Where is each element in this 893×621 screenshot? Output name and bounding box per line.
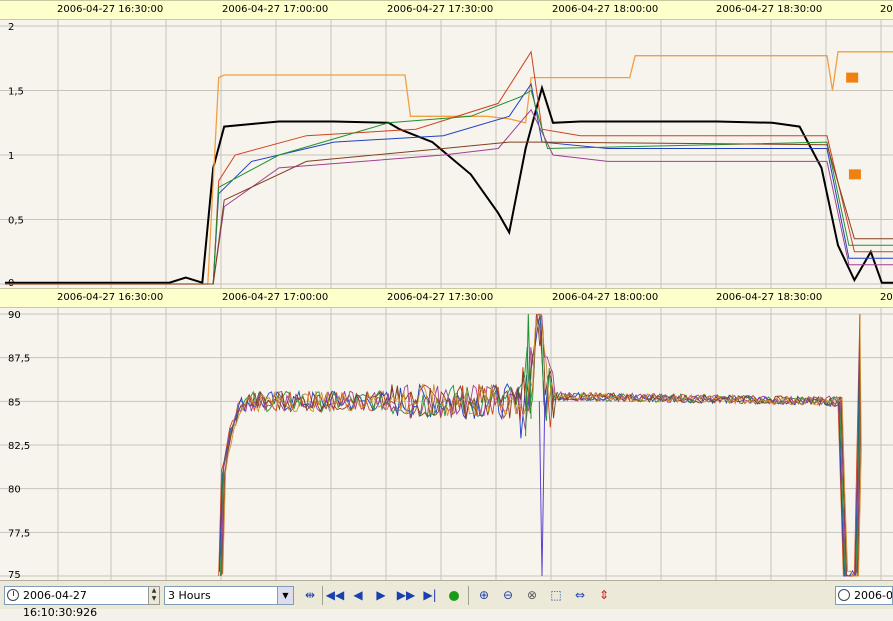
zoom-reset-icon[interactable]: ⊗: [522, 586, 542, 605]
y-tick-label: 87,5: [8, 354, 30, 365]
time-label: 2006-04-27 17:30:00: [387, 4, 494, 15]
lower-trend-plot[interactable]: 90 87,5 85 82,5 80 77,5 75: [0, 308, 893, 580]
y-tick-label: 77,5: [8, 528, 30, 539]
step-forward-icon[interactable]: ▶: [371, 586, 391, 605]
clock-icon: [7, 589, 19, 601]
time-label: 2006-04-27 16:30:00: [57, 292, 164, 303]
time-label: 2006-04-27 18:00:00: [552, 292, 659, 303]
y-tick-label: 1,5: [8, 87, 24, 98]
toolbar-separator: [468, 586, 469, 605]
time-range-value: 3 Hours: [168, 589, 211, 602]
fit-y-icon[interactable]: ⇕: [594, 586, 614, 605]
alarm-marker: [848, 169, 861, 180]
alarm-marker: [846, 72, 859, 83]
time-label: 20: [880, 4, 893, 15]
y-tick-label: 2: [8, 22, 14, 33]
zoom-area-icon[interactable]: ⬚: [546, 586, 566, 605]
time-axis-top: 2006-04-27 16:30:00 2006-04-27 17:00:00 …: [0, 0, 893, 20]
fit-range-icon[interactable]: ⇹: [300, 586, 320, 605]
jump-back-icon[interactable]: ◀◀: [325, 586, 345, 605]
time-range-select[interactable]: 3 Hours ▼: [164, 586, 294, 605]
live-mode-icon[interactable]: [444, 586, 464, 605]
time-label: 2006-04-27 16:30:00: [57, 4, 164, 15]
y-tick-label: 82,5: [8, 441, 30, 452]
jump-forward-icon[interactable]: ▶▶: [396, 586, 416, 605]
y-tick-label: 1: [8, 151, 14, 162]
zoom-out-icon[interactable]: ⊖: [498, 586, 518, 605]
time-label: 2006-04-27 18:30:00: [716, 292, 823, 303]
time-label: 2006-04-27 17:30:00: [387, 292, 494, 303]
time-label: 2006-04-27 18:00:00: [552, 4, 659, 15]
start-datetime-field[interactable]: 2006-04-27 16:10:30:926: [4, 586, 152, 619]
y-tick-label: 90: [8, 310, 21, 321]
datetime-spinner[interactable]: ▲ ▼: [148, 586, 160, 605]
y-tick-label: 0,5: [8, 216, 24, 227]
y-tick-label: 80: [8, 485, 21, 496]
start-datetime-value: 2006-04-27 16:10:30:926: [23, 589, 98, 619]
time-axis-middle: 2006-04-27 16:30:00 2006-04-27 17:00:00 …: [0, 288, 893, 308]
fit-x-icon[interactable]: ⇔: [570, 586, 590, 605]
y-tick-label: 75: [8, 570, 21, 580]
time-label: 2006-04-27 18:30:00: [716, 4, 823, 15]
plot-background: [0, 308, 893, 580]
navigation-toolbar: 2006-04-27 16:10:30:926 ▲ ▼ 3 Hours ▼ ⇹ ◀…: [0, 580, 893, 619]
time-label: 2006-04-27 17:00:00: [222, 4, 329, 15]
toolbar-separator: [322, 586, 323, 605]
y-tick-label: 85: [8, 397, 21, 408]
clock-icon: [838, 589, 850, 601]
go-to-end-icon[interactable]: ▶|: [420, 586, 440, 605]
end-datetime-field[interactable]: 2006-04: [835, 586, 893, 605]
upper-trend-plot[interactable]: 21,510,50: [0, 20, 893, 288]
zoom-in-icon[interactable]: ⊕: [474, 586, 494, 605]
chevron-down-icon[interactable]: ▼: [277, 587, 293, 604]
end-datetime-value: 2006-04: [854, 589, 893, 602]
trend-viewer: 2006-04-27 16:30:00 2006-04-27 17:00:00 …: [0, 0, 893, 619]
step-back-icon[interactable]: ◀: [348, 586, 368, 605]
time-label: 20: [880, 292, 893, 303]
time-label: 2006-04-27 17:00:00: [222, 292, 329, 303]
